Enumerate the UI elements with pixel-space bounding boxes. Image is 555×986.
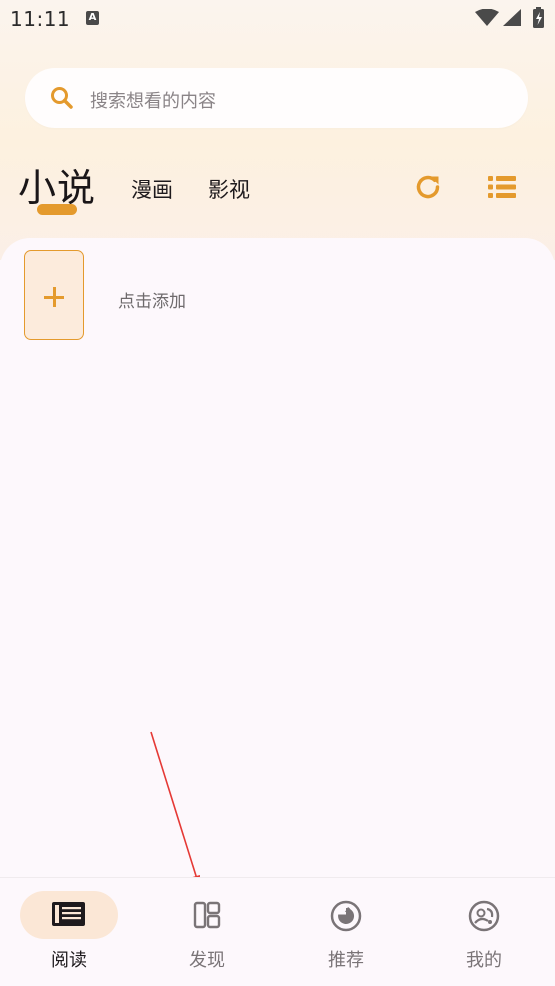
add-book-label[interactable]: 点击添加 xyxy=(118,287,186,312)
tab-manga[interactable]: 漫画 xyxy=(131,174,173,204)
search-icon xyxy=(51,87,73,109)
bookshelf-panel: 点击添加 xyxy=(0,238,555,878)
nav-label-recommend: 推荐 xyxy=(328,950,364,971)
status-time: 11:11 xyxy=(10,7,71,31)
add-book-button[interactable] xyxy=(24,250,84,340)
recommend-icon xyxy=(330,900,362,932)
nav-item-discover[interactable]: 发现 xyxy=(147,890,267,980)
nav-label-profile: 我的 xyxy=(466,950,502,971)
tab-indicator xyxy=(37,204,77,215)
list-view-icon[interactable] xyxy=(486,173,518,201)
profile-icon xyxy=(468,900,500,932)
layout-icon xyxy=(193,901,221,929)
book-icon xyxy=(52,902,85,926)
nav-item-profile[interactable]: 我的 xyxy=(424,890,544,980)
notification-a-icon: A xyxy=(86,11,99,25)
nav-item-recommend[interactable]: 推荐 xyxy=(286,890,406,980)
annotation-arrow xyxy=(150,731,200,888)
search-placeholder: 搜索想看的内容 xyxy=(90,91,216,112)
bottom-navigation: 阅读 发现 推荐 我的 xyxy=(0,877,555,986)
search-bar[interactable]: 搜索想看的内容 xyxy=(25,68,528,128)
battery-icon xyxy=(533,7,544,28)
nav-label-read: 阅读 xyxy=(51,950,87,971)
nav-label-discover: 发现 xyxy=(189,950,225,971)
nav-item-read[interactable]: 阅读 xyxy=(19,890,139,980)
wifi-icon xyxy=(475,9,499,26)
status-bar: 11:11 A xyxy=(0,0,555,40)
tab-video[interactable]: 影视 xyxy=(208,174,250,204)
signal-icon xyxy=(503,9,521,26)
refresh-icon[interactable] xyxy=(412,171,444,203)
